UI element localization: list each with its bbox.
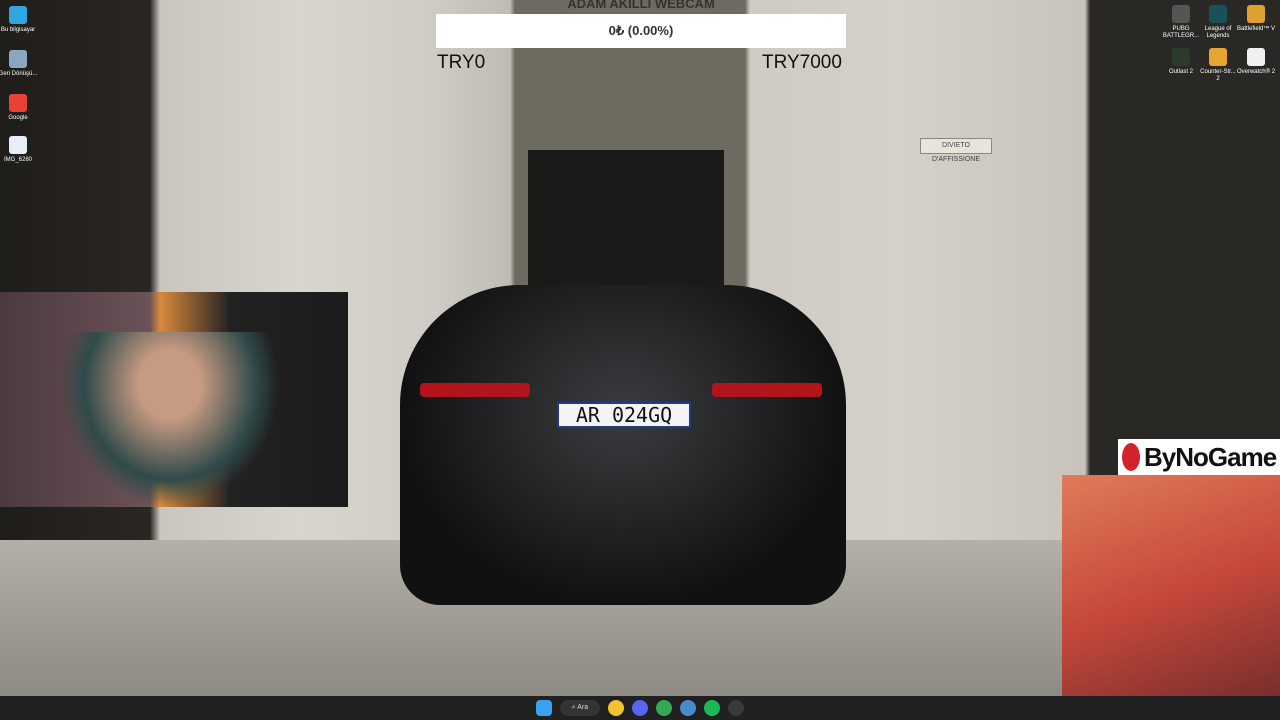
bynogame-logo-icon	[1122, 443, 1140, 471]
discord-icon[interactable]	[632, 700, 648, 716]
app-icon[interactable]	[680, 700, 696, 716]
computer-icon	[9, 6, 27, 24]
desktop-icon[interactable]: IMG_6280	[0, 136, 38, 164]
battlefield-icon	[1247, 5, 1265, 23]
progress-text: 0₺ (0.00%)	[608, 23, 674, 38]
desktop-icon[interactable]: Counter-Str... 2	[1198, 48, 1238, 83]
search-button[interactable]: ⌕ Ara	[560, 700, 600, 716]
desktop-icon[interactable]: Google	[0, 94, 38, 122]
chrome-icon[interactable]	[656, 700, 672, 716]
desktop-icon[interactable]: Geri Dönüşü...	[0, 50, 38, 78]
file-explorer-icon[interactable]	[608, 700, 624, 716]
desktop-icon[interactable]: Bu bilgisayar	[0, 6, 38, 34]
desktop-icon[interactable]: Battlefield™ V	[1236, 5, 1276, 33]
desktop-icon-label: Geri Dönüşü...	[0, 71, 38, 77]
desktop-icon[interactable]: Overwatch® 2	[1236, 48, 1276, 76]
streamer	[60, 332, 280, 507]
search-label: Ara	[577, 704, 589, 711]
goal-min-label: TRY0	[437, 52, 486, 73]
desktop-icon-label: Counter-Str... 2	[1200, 69, 1236, 82]
donation-progress-bar: 0₺ (0.00%)	[436, 14, 846, 48]
chrome-icon	[9, 94, 27, 112]
tail-light-left	[420, 383, 530, 397]
recycle-bin-icon	[9, 50, 27, 68]
taskbar: ⌕ Ara	[0, 696, 1280, 720]
desktop-icon[interactable]: League of Legends	[1198, 5, 1238, 40]
wallpaper-door	[528, 150, 724, 290]
desktop-icon-label: Outlast 2	[1168, 69, 1193, 75]
lol-icon	[1209, 5, 1227, 23]
game-art	[1062, 475, 1280, 720]
brand-name: ByNoGame	[1144, 442, 1277, 472]
brand-banner: ByNoGame	[1118, 439, 1280, 475]
cs2-icon	[1209, 48, 1227, 66]
spotify-icon[interactable]	[704, 700, 720, 716]
license-plate: AR 024GQ	[557, 402, 691, 428]
start-icon[interactable]	[536, 700, 552, 716]
desktop-icon-label: Overwatch® 2	[1236, 69, 1276, 75]
pubg-icon	[1172, 5, 1190, 23]
desktop-icon-label: League of Legends	[1204, 26, 1232, 39]
desktop-icon[interactable]: Outlast 2	[1161, 48, 1201, 76]
tail-light-right	[712, 383, 822, 397]
desktop-icon-label: Google	[8, 115, 28, 121]
wall-sign: DIVIETO D'AFFISSIONE	[920, 138, 992, 163]
obs-icon[interactable]	[728, 700, 744, 716]
webcam-feed	[0, 292, 348, 507]
car	[400, 285, 846, 605]
desktop-icon-label: Battlefield™ V	[1236, 26, 1276, 32]
image-file-icon	[9, 136, 27, 154]
desktop-icon[interactable]: PUBG BATTLEGR...	[1161, 5, 1201, 40]
overwatch-icon	[1247, 48, 1265, 66]
outlast-icon	[1172, 48, 1190, 66]
goal-title: ADAM AKILLI WEBCAM	[567, 0, 715, 11]
desktop-icon-label: IMG_6280	[3, 157, 33, 163]
desktop-icon-label: PUBG BATTLEGR...	[1162, 26, 1200, 39]
desktop-icon-label: Bu bilgisayar	[0, 27, 36, 33]
goal-max-label: TRY7000	[762, 52, 842, 73]
